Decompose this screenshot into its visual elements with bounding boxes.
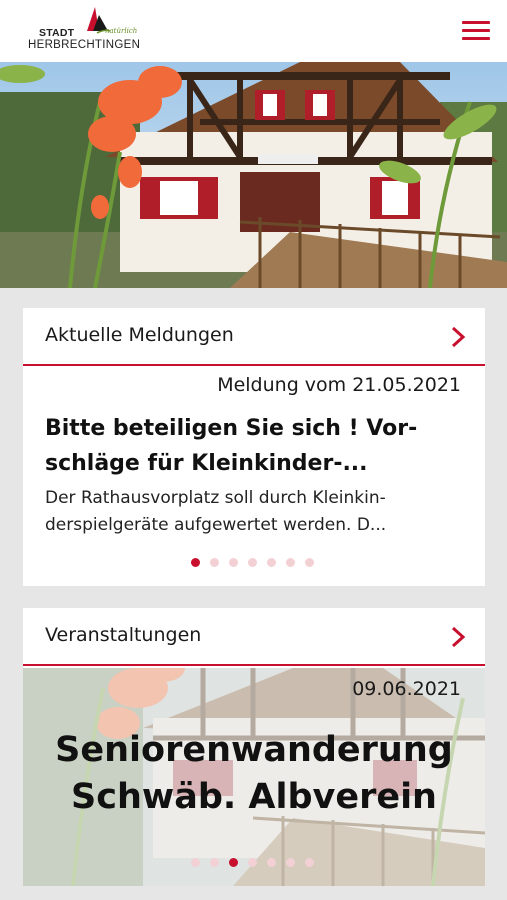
pagination-dot[interactable] <box>286 558 295 567</box>
pagination-dot[interactable] <box>191 858 200 867</box>
pagination-dot[interactable] <box>210 858 219 867</box>
news-teaser: Der Rathausvorplatz soll durch Kleinkin-… <box>45 485 465 539</box>
pagination-dot[interactable] <box>286 858 295 867</box>
chevron-right-icon[interactable] <box>449 626 467 648</box>
app-header: STADT natürlich HERBRECHTINGEN <box>0 0 507 62</box>
logo-city-name: HERBRECHTINGEN <box>28 39 141 51</box>
news-pagination <box>191 558 314 567</box>
pagination-dot[interactable] <box>210 558 219 567</box>
logo-stadt-text: STADT <box>39 27 75 39</box>
news-date: Meldung vom 21.05.2021 <box>217 374 461 396</box>
news-headline[interactable]: Bitte beteiligen Sie sich ! Vor- schläge… <box>45 411 465 481</box>
events-card[interactable]: Veranstaltungen 09.06.2021 Seniorenwande… <box>23 608 485 886</box>
news-card[interactable]: Aktuelle Meldungen Meldung vom 21.05.202… <box>23 308 485 586</box>
hamburger-menu-icon[interactable] <box>460 18 492 44</box>
events-section-title: Veranstaltungen <box>45 624 202 646</box>
event-title[interactable]: Seniorenwanderung Schwäb. Albverein <box>23 727 485 821</box>
pagination-dot[interactable] <box>248 558 257 567</box>
hero-image <box>0 62 507 288</box>
chevron-right-icon[interactable] <box>449 326 467 348</box>
events-pagination <box>191 858 314 867</box>
event-title-line2: Schwäb. Albverein <box>71 777 437 817</box>
news-teaser-line2: derspielgeräte aufgewertet werden. D... <box>45 515 387 535</box>
events-section-header[interactable]: Veranstaltungen <box>23 608 485 666</box>
city-logo[interactable]: STADT natürlich HERBRECHTINGEN <box>28 6 152 56</box>
pagination-dot[interactable] <box>267 558 276 567</box>
news-headline-line2: schläge für Kleinkinder-... <box>45 451 368 476</box>
pagination-dot[interactable] <box>229 858 238 867</box>
event-date: 09.06.2021 <box>352 678 461 700</box>
news-teaser-line1: Der Rathausvorplatz soll durch Kleinkin- <box>45 488 386 508</box>
pagination-dot[interactable] <box>305 858 314 867</box>
pagination-dot[interactable] <box>248 858 257 867</box>
event-title-line1: Seniorenwanderung <box>55 730 453 770</box>
pagination-dot[interactable] <box>191 558 200 567</box>
pagination-dot[interactable] <box>267 858 276 867</box>
news-section-header[interactable]: Aktuelle Meldungen <box>23 308 485 366</box>
pagination-dot[interactable] <box>229 558 238 567</box>
news-headline-line1: Bitte beteiligen Sie sich ! Vor- <box>45 416 418 441</box>
news-section-title: Aktuelle Meldungen <box>45 324 234 346</box>
hero-photo-illustration <box>0 62 507 288</box>
pagination-dot[interactable] <box>305 558 314 567</box>
logo-tagline: natürlich <box>105 27 138 35</box>
